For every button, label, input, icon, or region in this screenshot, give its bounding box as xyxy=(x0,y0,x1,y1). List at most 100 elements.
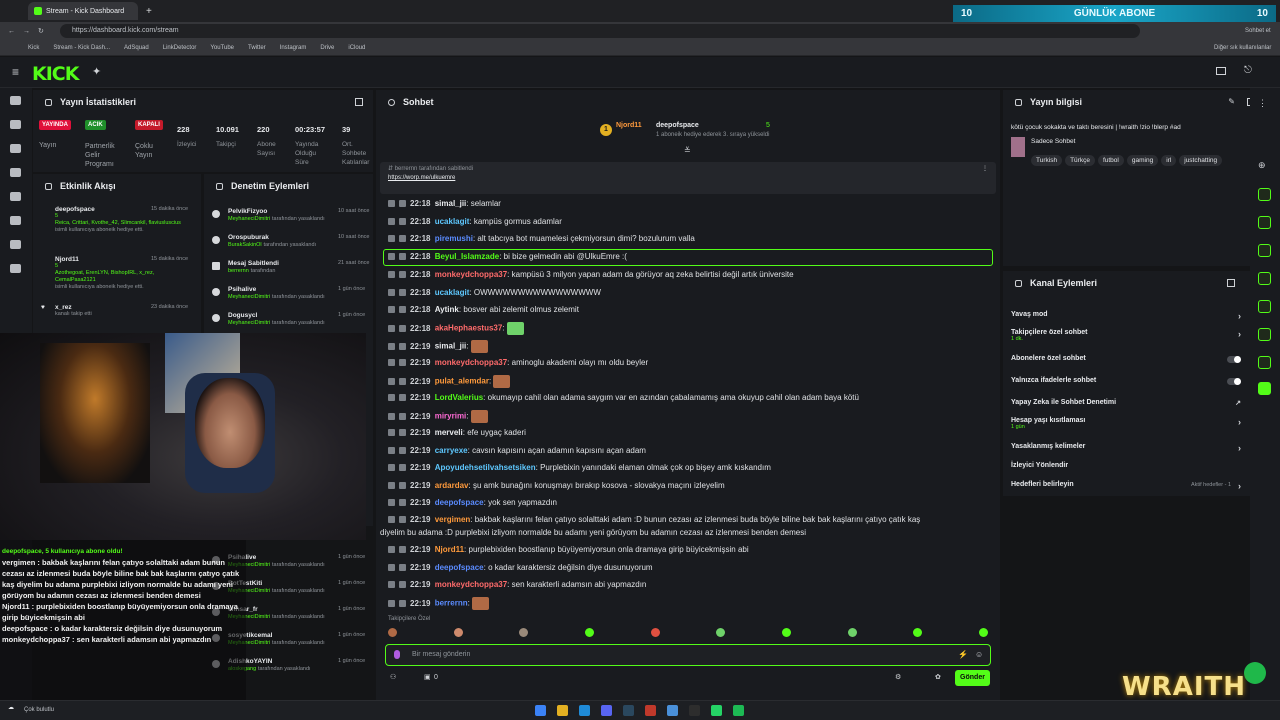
timeout-icon[interactable] xyxy=(399,343,406,350)
bookmark[interactable]: Twitter xyxy=(248,45,266,51)
mod-action-icon[interactable] xyxy=(388,581,395,589)
other-bookmarks[interactable]: Diğer sık kullanılanlar xyxy=(1214,45,1271,51)
msg-user[interactable]: carryexe xyxy=(435,446,468,455)
redirect-viewers-row[interactable]: İzleyici Yönlendir xyxy=(1011,462,1241,469)
mod-action-icon[interactable] xyxy=(388,235,395,243)
tag[interactable]: gaming xyxy=(1126,155,1159,166)
target-icon[interactable]: ⊕ xyxy=(1258,160,1266,171)
mod-action-icon[interactable] xyxy=(388,516,395,524)
people-icon[interactable]: ⚇ xyxy=(390,673,396,681)
timeout-icon[interactable] xyxy=(399,516,406,524)
app-icon[interactable] xyxy=(645,705,656,716)
bookmark[interactable]: Stream - Kick Dash... xyxy=(53,45,110,51)
timeout-icon[interactable] xyxy=(399,447,406,455)
quick-action-icon[interactable] xyxy=(1258,216,1271,229)
msg-user[interactable]: berrernn xyxy=(435,599,468,608)
msg-user[interactable]: merveli xyxy=(435,428,463,437)
gift-icon[interactable]: ✿ xyxy=(935,673,941,681)
pin-icon[interactable]: ✦ xyxy=(92,65,101,78)
msg-user[interactable]: ucaklagit xyxy=(435,217,470,226)
toggle-switch[interactable] xyxy=(1227,378,1241,385)
quick-action-icon[interactable] xyxy=(1258,328,1271,341)
pinned-link[interactable]: https://worp.me/ulkuemre xyxy=(388,175,988,181)
emote-only-row[interactable]: Yalnızca ifadelerle sohbet xyxy=(1011,377,1241,385)
mod-action-icon[interactable] xyxy=(388,429,395,437)
browser-tab[interactable]: Stream - Kick Dashboard xyxy=(28,2,138,20)
mod-action-icon[interactable] xyxy=(388,447,395,455)
timeout-icon[interactable] xyxy=(399,464,406,472)
mod-action-icon[interactable] xyxy=(388,464,395,472)
tag[interactable]: Türkçe xyxy=(1065,155,1095,166)
app-icon[interactable] xyxy=(689,705,700,716)
tag[interactable]: Turkish xyxy=(1031,155,1063,166)
banned-words-row[interactable]: Yasaklanmış kelimeler › xyxy=(1011,443,1241,453)
bookmark[interactable]: iCloud xyxy=(348,45,365,51)
audit-user[interactable]: Mesaj Sabitlendi xyxy=(228,260,279,267)
timeout-icon[interactable] xyxy=(399,499,406,507)
spotify-icon[interactable] xyxy=(733,705,744,716)
msg-user[interactable]: vergimen xyxy=(435,515,471,524)
exit-icon[interactable]: ⎋ xyxy=(1244,65,1252,76)
timeout-icon[interactable] xyxy=(399,378,406,385)
pin-toggle-icon[interactable]: ⋮ xyxy=(982,165,988,172)
emote-icon[interactable] xyxy=(716,628,726,637)
bookmark[interactable]: Instagram xyxy=(280,45,307,51)
bookmark[interactable]: Drive xyxy=(320,45,334,51)
back-icon[interactable]: ← xyxy=(8,28,15,35)
mod-action-icon[interactable] xyxy=(388,413,395,420)
timeout-icon[interactable] xyxy=(399,564,406,572)
mod-action-icon[interactable] xyxy=(388,200,395,208)
bookmark[interactable]: LinkDetector xyxy=(163,45,197,51)
mod-action-icon[interactable] xyxy=(388,289,395,297)
msg-user[interactable]: ardardav xyxy=(435,481,469,490)
msg-user[interactable]: Beyul_Islamzade xyxy=(435,252,499,261)
timeout-icon[interactable] xyxy=(399,359,406,367)
msg-user[interactable]: miryrimi xyxy=(435,412,467,421)
msg-user[interactable]: monkeydchoppa37 xyxy=(435,270,507,279)
url-input[interactable]: https://dashboard.kick.com/stream xyxy=(60,24,1140,38)
audit-user[interactable]: Psihalive xyxy=(228,286,325,293)
ai-moderation-row[interactable]: Yapay Zeka ile Sohbet Denetimi ↗ xyxy=(1011,399,1241,407)
msg-user[interactable]: monkeydchoppa37 xyxy=(435,358,507,367)
followers-only-row[interactable]: Takipçilere özel sohbet 1 dk. › xyxy=(1011,329,1241,342)
hamburger-icon[interactable]: ≡ xyxy=(12,65,19,79)
bookmark[interactable]: Kick xyxy=(28,45,39,51)
link-icon[interactable] xyxy=(10,120,21,129)
emote-icon[interactable] xyxy=(388,628,397,637)
timeout-icon[interactable] xyxy=(399,394,406,402)
mic-icon[interactable] xyxy=(394,650,400,659)
layout-icon[interactable] xyxy=(1216,67,1226,75)
emote-icon[interactable] xyxy=(913,628,923,637)
mod-action-icon[interactable] xyxy=(388,499,395,507)
send-button[interactable]: Gönder xyxy=(955,670,990,686)
edge-icon[interactable] xyxy=(579,705,590,716)
msg-user[interactable]: Aytink xyxy=(435,305,459,314)
slow-mode-row[interactable]: Yavaş mod › xyxy=(1011,311,1241,321)
feed-user[interactable]: x_rez xyxy=(55,304,72,311)
timeout-icon[interactable] xyxy=(399,200,406,208)
popout-icon[interactable] xyxy=(355,98,363,106)
emoji-icon[interactable]: ☺ xyxy=(975,650,983,659)
account-age-row[interactable]: Hesap yaşı kısıtlaması 1 gün › xyxy=(1011,417,1241,430)
msg-user[interactable]: Njord11 xyxy=(435,545,464,554)
forward-icon[interactable]: → xyxy=(23,28,30,35)
msg-user[interactable]: akaHephaestus37 xyxy=(435,324,503,333)
mod-action-icon[interactable] xyxy=(388,359,395,367)
quick-action-icon[interactable] xyxy=(1258,188,1271,201)
chat-bubble-icon[interactable] xyxy=(1244,662,1266,684)
timeout-icon[interactable] xyxy=(399,289,406,297)
mod-action-icon[interactable] xyxy=(388,378,395,385)
msg-user[interactable]: ucaklagit xyxy=(435,288,470,297)
trophy-icon[interactable] xyxy=(10,168,21,177)
app-icon[interactable] xyxy=(667,705,678,716)
timeout-icon[interactable] xyxy=(399,306,406,314)
quick-action-icon[interactable] xyxy=(1258,300,1271,313)
dashboard-icon[interactable] xyxy=(10,144,21,153)
whatsapp-icon[interactable] xyxy=(711,705,722,716)
popout-icon[interactable] xyxy=(1227,279,1235,287)
mod-action-icon[interactable] xyxy=(388,253,395,261)
msg-user[interactable]: LordValerius xyxy=(435,393,483,402)
discord-icon[interactable] xyxy=(601,705,612,716)
quick-action-icon[interactable] xyxy=(1258,244,1271,257)
emote-icon[interactable] xyxy=(584,628,594,637)
